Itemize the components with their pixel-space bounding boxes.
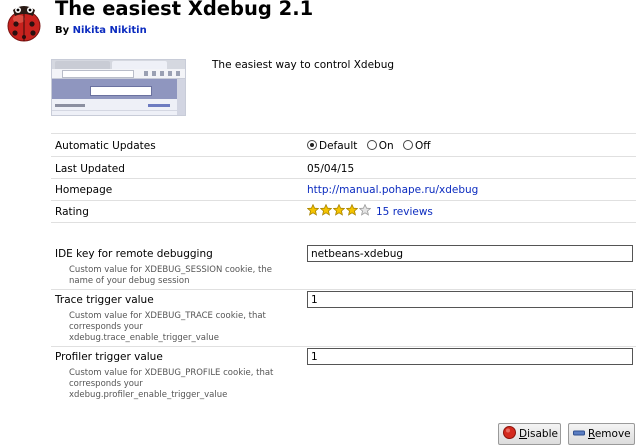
- ide-key-description: Custom value for XDEBUG_SESSION cookie, …: [69, 265, 272, 286]
- radio-icon: [402, 140, 413, 150]
- author-link[interactable]: Nikita Nikitin: [73, 25, 147, 36]
- ide-key-input[interactable]: [307, 245, 633, 262]
- trace-trigger-description: Custom value for XDEBUG_TRACE cookie, th…: [69, 311, 266, 343]
- update-option-default[interactable]: Default: [307, 140, 357, 152]
- profiler-trigger-description: Custom value for XDEBUG_PROFILE cookie, …: [69, 368, 274, 400]
- row-separator: [51, 289, 636, 290]
- update-option-on[interactable]: On: [366, 140, 394, 152]
- last-updated-label: Last Updated: [55, 163, 125, 175]
- row-separator: [51, 156, 636, 157]
- automatic-updates-label: Automatic Updates: [55, 140, 156, 152]
- radio-checked-icon: [307, 140, 317, 150]
- row-separator: [51, 222, 636, 223]
- profiler-trigger-input[interactable]: [307, 348, 633, 365]
- homepage-link[interactable]: http://manual.pohape.ru/xdebug: [307, 184, 478, 196]
- remove-label: Remove: [588, 428, 631, 440]
- star-filled-icon: [307, 204, 319, 216]
- author-line: By Nikita Nikitin: [55, 25, 147, 36]
- automatic-updates-radio-group: Default On Off: [307, 140, 436, 152]
- row-separator: [51, 200, 636, 201]
- trace-trigger-input[interactable]: [307, 291, 633, 308]
- star-empty-icon: [359, 204, 371, 216]
- row-separator: [51, 133, 636, 134]
- row-separator: [51, 178, 636, 179]
- ladybug-icon: [4, 2, 44, 42]
- disable-button[interactable]: Disable: [498, 423, 561, 445]
- addon-title: The easiest Xdebug 2.1: [55, 0, 314, 20]
- addon-screenshot-preview[interactable]: [51, 59, 186, 116]
- addon-description: The easiest way to control Xdebug: [212, 59, 395, 71]
- remove-icon: [573, 428, 585, 440]
- star-filled-icon: [320, 204, 332, 216]
- row-separator: [51, 346, 636, 347]
- star-filled-icon: [346, 204, 358, 216]
- last-updated-value: 05/04/15: [307, 163, 355, 175]
- rating-label: Rating: [55, 206, 89, 218]
- reviews-link[interactable]: 15 reviews: [376, 206, 433, 218]
- by-label: By: [55, 25, 70, 36]
- disable-label: Disable: [519, 428, 558, 440]
- homepage-label: Homepage: [55, 184, 113, 196]
- star-filled-icon: [333, 204, 345, 216]
- profiler-trigger-label: Profiler trigger value: [55, 351, 163, 363]
- ide-key-label: IDE key for remote debugging: [55, 248, 213, 260]
- disable-icon: [503, 426, 516, 442]
- update-option-off[interactable]: Off: [402, 140, 430, 152]
- remove-button[interactable]: Remove: [568, 423, 635, 445]
- rating-stars: [307, 204, 373, 218]
- trace-trigger-label: Trace trigger value: [55, 294, 154, 306]
- radio-icon: [366, 140, 377, 150]
